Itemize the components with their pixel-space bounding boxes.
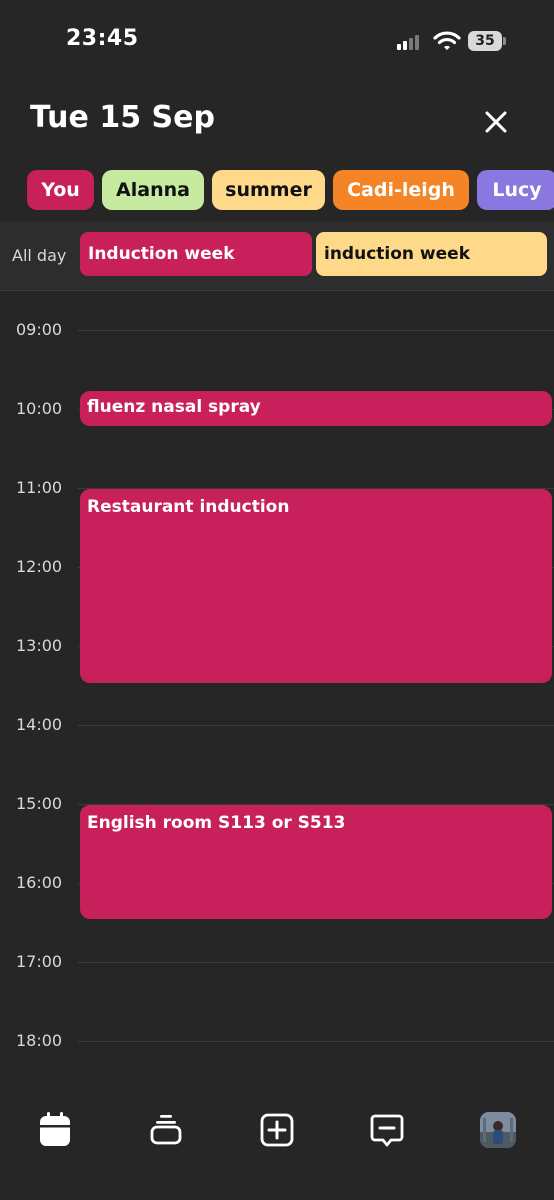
all-day-event[interactable]: induction week — [316, 232, 547, 276]
hour-line — [78, 725, 554, 726]
hour-line — [78, 1041, 554, 1042]
person-filter-chips: You Alanna summer Cadi-leigh Lucy — [0, 170, 554, 212]
chip-alanna[interactable]: Alanna — [102, 170, 204, 210]
all-day-label: All day — [12, 246, 67, 265]
hour-label: 17:00 — [16, 952, 63, 971]
event-restaurant-induction[interactable]: Restaurant induction — [80, 489, 552, 683]
chip-cadi-leigh[interactable]: Cadi-leigh — [333, 170, 469, 210]
event-fluenz-nasal-spray[interactable]: fluenz nasal spray — [80, 391, 552, 426]
hour-line — [78, 330, 554, 331]
calendar-icon[interactable] — [38, 1112, 72, 1148]
event-english-room[interactable]: English room S113 or S513 — [80, 805, 552, 919]
hour-label: 12:00 — [16, 557, 63, 576]
hour-line — [78, 962, 554, 963]
hour-label: 15:00 — [16, 794, 63, 813]
hour-label: 13:00 — [16, 636, 63, 655]
hour-label: 09:00 — [16, 320, 63, 339]
battery-tip — [503, 37, 506, 45]
add-icon[interactable] — [260, 1112, 294, 1148]
page-title: Tue 15 Sep — [30, 100, 215, 135]
message-icon[interactable] — [370, 1112, 404, 1148]
chip-lucy[interactable]: Lucy — [477, 170, 554, 210]
avatar-image — [480, 1112, 516, 1148]
wifi-icon — [433, 31, 461, 50]
profile-avatar[interactable] — [480, 1112, 516, 1148]
all-day-event[interactable]: Induction week — [80, 232, 312, 276]
status-time: 23:45 — [66, 26, 139, 51]
stack-icon[interactable] — [149, 1112, 183, 1148]
hour-label: 14:00 — [16, 715, 63, 734]
chip-you[interactable]: You — [27, 170, 94, 210]
signal-icon — [397, 34, 425, 50]
all-day-row: All day Induction week induction week — [0, 222, 554, 291]
close-icon[interactable] — [480, 106, 512, 138]
hour-label: 10:00 — [16, 399, 63, 418]
hour-label: 18:00 — [16, 1031, 63, 1050]
battery-icon: 35 — [468, 31, 502, 51]
hour-label: 16:00 — [16, 873, 63, 892]
hour-label: 11:00 — [16, 478, 63, 497]
chip-summer[interactable]: summer — [212, 170, 325, 210]
